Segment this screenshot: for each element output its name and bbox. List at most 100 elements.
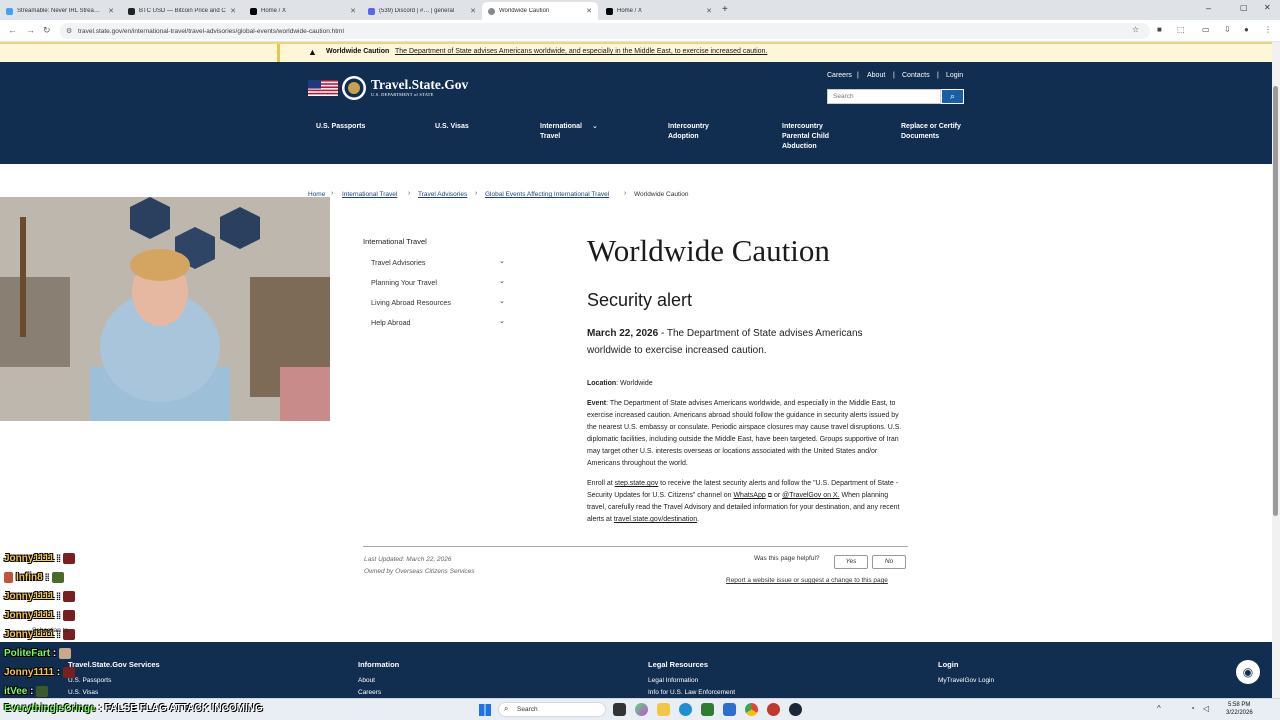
us-flag-icon <box>308 80 338 96</box>
forward-icon[interactable]: → <box>26 25 35 35</box>
tab-streamable[interactable]: Streamable: Never IRL Stream w ✕ <box>0 2 120 20</box>
whatsapp-link[interactable]: WhatsApp <box>733 492 765 499</box>
search-button[interactable]: ⌕ <box>941 89 964 104</box>
tray-chevron-icon[interactable]: ^ <box>1157 704 1161 713</box>
file-explorer-icon[interactable] <box>657 703 670 716</box>
tab-worldwide-caution[interactable]: Worldwide Caution ✕ <box>482 2 598 20</box>
close-icon[interactable]: ✕ <box>230 7 236 15</box>
warning-icon: ▲ <box>308 47 317 57</box>
close-icon[interactable]: ✕ <box>706 7 712 15</box>
start-button[interactable] <box>479 704 491 716</box>
back-icon[interactable]: ← <box>8 25 17 35</box>
window-close-icon[interactable]: ✕ <box>1264 3 1271 12</box>
breadcrumb-travel-advisories[interactable]: Travel Advisories <box>418 191 467 198</box>
search-input[interactable]: Search <box>827 89 941 104</box>
breadcrumb-global-events[interactable]: Global Events Affecting International Tr… <box>485 191 609 198</box>
footer-link[interactable]: MyTravelGov Login <box>938 677 994 684</box>
chat-message: Jonny1111 : <box>4 667 76 678</box>
volume-icon[interactable]: ◁ <box>1203 704 1209 713</box>
tab-btc[interactable]: BTC USD — Bitcoin Price and C ✕ <box>122 2 242 20</box>
network-icon[interactable]: ◔ <box>1190 704 1195 713</box>
chevron-down-icon[interactable]: ⌄ <box>499 317 505 325</box>
chevron-down-icon[interactable]: ⌄ <box>499 297 505 305</box>
x-logo-icon <box>250 7 257 15</box>
enroll-paragraph: Enroll at step.state.gov to receive the … <box>587 480 900 523</box>
badge-icon <box>4 572 13 583</box>
breadcrumb-international-travel[interactable]: International Travel <box>342 191 397 198</box>
copilot-icon[interactable] <box>635 703 648 716</box>
emote-icon <box>63 610 76 621</box>
destination-link[interactable]: travel.state.gov/destination <box>614 516 697 523</box>
chevron-down-icon[interactable]: ⌄ <box>499 257 505 265</box>
footer-link[interactable]: Careers <box>358 689 381 696</box>
util-link-login[interactable]: Login <box>946 72 963 79</box>
sidebar-item-planning[interactable]: Planning Your Travel <box>371 278 437 287</box>
footer-link[interactable]: About <box>358 677 375 684</box>
util-link-contacts[interactable]: Contacts <box>902 72 930 79</box>
util-link-about[interactable]: About <box>867 72 885 79</box>
util-link-careers[interactable]: Careers <box>827 72 852 79</box>
scrollbar-thumb[interactable] <box>1273 86 1278 516</box>
tab-x-home[interactable]: Home / X ✕ <box>244 2 362 20</box>
close-icon[interactable]: ✕ <box>586 7 592 15</box>
sidebar-item-living-abroad[interactable]: Living Abroad Resources <box>371 298 451 307</box>
site-info-icon[interactable]: ⚙ <box>66 27 72 35</box>
app-icon[interactable] <box>701 703 714 716</box>
chevron-down-icon[interactable]: ⌄ <box>499 277 505 285</box>
nav-replace-certify[interactable]: Replace or Certify Documents <box>901 122 961 142</box>
step-link[interactable]: step.state.gov <box>615 480 659 487</box>
nav-parental-abduction[interactable]: Intercountry Parental Child Abduction <box>782 122 829 152</box>
extension-icon[interactable]: ■ <box>1157 25 1162 34</box>
nav-visas[interactable]: U.S. Visas <box>435 122 469 132</box>
sidebar-title[interactable]: International Travel <box>363 237 427 246</box>
travelgov-x-link[interactable]: @TravelGov on X. <box>782 492 839 499</box>
close-icon[interactable]: ✕ <box>350 7 356 15</box>
tab-discord[interactable]: (539) Discord | #… | general ✕ <box>362 2 482 20</box>
footer-heading: Legal Resources <box>648 660 709 669</box>
stream-ticker: EverythingIsCringe : FALSE FLAG ATTACK I… <box>4 703 263 714</box>
reload-icon[interactable]: ↻ <box>43 25 51 36</box>
sidebar-item-travel-advisories[interactable]: Travel Advisories <box>371 258 425 267</box>
footer-link[interactable]: Legal Information <box>648 677 698 684</box>
bookmark-star-icon[interactable]: ☆ <box>1132 25 1139 34</box>
nav-international-travel[interactable]: International ⌄ Travel <box>540 122 598 142</box>
discord-icon <box>368 7 375 15</box>
minimize-icon[interactable]: – <box>1206 3 1211 13</box>
download-icon[interactable]: ⇩ <box>1224 25 1231 34</box>
site-logo-title[interactable]: Travel.State.Gov <box>371 77 468 93</box>
app-icon[interactable] <box>767 703 780 716</box>
edge-icon[interactable] <box>679 703 692 716</box>
menu-icon[interactable]: ⋮ <box>1264 25 1272 34</box>
nav-passports[interactable]: U.S. Passports <box>316 122 365 132</box>
breadcrumb-current: Worldwide Caution <box>634 191 689 198</box>
profile-icon[interactable]: ● <box>1244 25 1249 34</box>
maximize-icon[interactable]: ▢ <box>1240 3 1248 12</box>
yes-button[interactable]: Yes <box>834 555 868 569</box>
taskbar-date[interactable]: 3/22/2026 <box>1226 710 1253 716</box>
extensions-puzzle-icon[interactable]: ⬚ <box>1177 25 1185 34</box>
tab-x-home-2[interactable]: Home / X ✕ <box>600 2 718 20</box>
url-bar[interactable]: travel.state.gov/en/international-travel… <box>60 23 1150 39</box>
footer-link[interactable]: U.S. Visas <box>68 689 98 696</box>
emote-icon <box>63 667 76 678</box>
new-tab-button[interactable]: + <box>722 4 728 15</box>
alert-link[interactable]: The Department of State advises American… <box>395 48 767 55</box>
footer-link[interactable]: Info for U.S. Law Enforcement <box>648 689 735 696</box>
close-icon[interactable]: ✕ <box>108 7 114 15</box>
close-icon[interactable]: ✕ <box>470 7 476 15</box>
no-button[interactable]: No <box>872 555 906 569</box>
sidebar-item-help-abroad[interactable]: Help Abroad <box>371 318 411 327</box>
report-issue-link[interactable]: Report a website issue or suggest a chan… <box>726 577 888 584</box>
chevron-right-icon: › <box>475 190 478 197</box>
chrome-icon[interactable] <box>745 703 758 716</box>
sidepanel-icon[interactable]: ▭ <box>1202 25 1210 34</box>
app-icon[interactable] <box>723 703 736 716</box>
nav-intercountry-adoption[interactable]: Intercountry Adoption <box>668 122 709 142</box>
webcam-overlay <box>0 197 330 421</box>
task-view-icon[interactable] <box>613 703 626 716</box>
taskbar-time[interactable]: 5:58 PM <box>1228 702 1250 708</box>
chatbot-icon[interactable]: ◉ <box>1236 660 1260 684</box>
steam-icon[interactable] <box>789 703 802 716</box>
taskbar-search-box[interactable]: Search <box>498 702 606 717</box>
emote-icon <box>63 591 76 602</box>
